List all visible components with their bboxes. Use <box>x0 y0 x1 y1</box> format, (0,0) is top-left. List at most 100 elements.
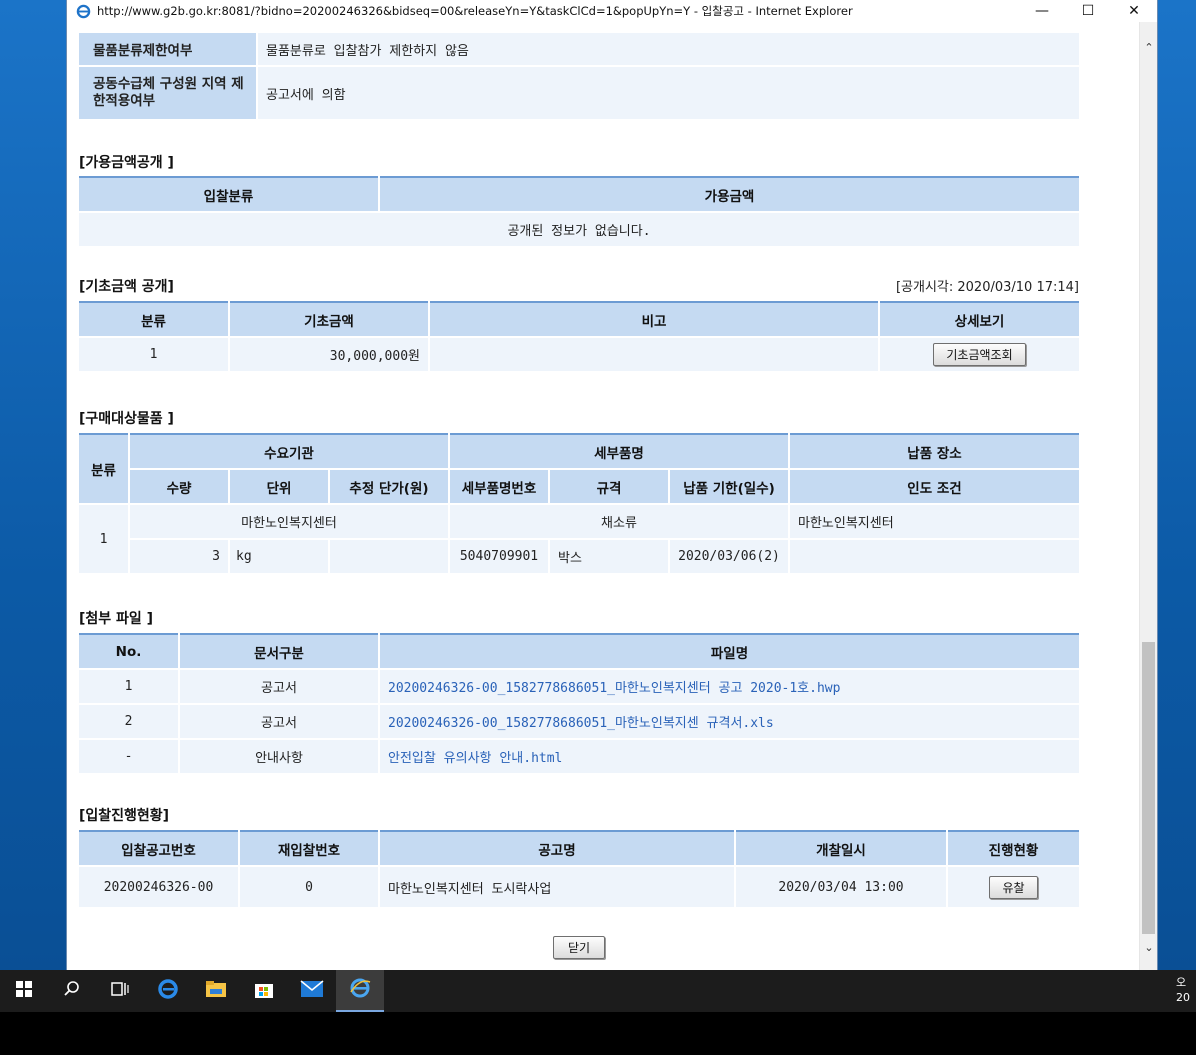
status-cell: 유찰 <box>947 866 1079 909</box>
column-header: 공고명 <box>379 831 736 867</box>
column-header: 진행현황 <box>947 831 1079 867</box>
rebid-no-cell: 0 <box>239 866 380 909</box>
bid-name-cell: 마한노인복지센터 도시락사업 <box>379 866 736 909</box>
title-url: http://www.g2b.go.kr:8081/?bidno=2020024… <box>97 4 691 18</box>
mail-icon <box>300 980 324 1002</box>
file-no-cell: 1 <box>79 669 180 705</box>
table-header-row: 분류 수요기관 세부품명 납품 장소 <box>79 434 1079 505</box>
edge-icon <box>157 978 179 1004</box>
deadline-cell: 2020/03/06(2) <box>669 539 790 575</box>
available-amount-section: [가용금액공개 ] 입찰분류 가용금액 공개된 정보가 없습니다. <box>79 152 1079 248</box>
doc-type-cell: 공고서 <box>179 704 380 740</box>
close-window-button[interactable]: ✕ <box>1111 0 1157 22</box>
bid-progress-section: [입찰진행현황] 입찰공고번호 재입찰번호 공고명 개찰일시 진행현황 2020… <box>79 805 1079 909</box>
column-header: 상세보기 <box>879 302 1079 338</box>
table-row: 20200246326-00 0 마한노인복지센터 도시락사업 2020/03/… <box>79 866 1079 909</box>
table-row: 1 30,000,000원 기초금액조회 <box>79 337 1079 373</box>
search-icon <box>63 980 81 1002</box>
delivery-place-cell: 마한노인복지센터 <box>789 504 1079 540</box>
store-icon <box>253 979 275 1003</box>
chevron-down-icon: ⌄ <box>1144 940 1154 954</box>
internet-explorer-icon <box>348 976 372 1004</box>
vertical-scrollbar[interactable]: ⌃ ⌄ <box>1139 22 1157 970</box>
base-amount-lookup-button[interactable]: 기초금액조회 <box>933 343 1026 366</box>
table-header-row: 분류 기초금액 비고 상세보기 <box>79 302 1079 338</box>
taskbar-internet-explorer[interactable] <box>336 970 384 1012</box>
restrictions-table: 물품분류제한여부 물품분류로 입찰참가 제한하지 않음 공동수급체 구성원 지역… <box>79 33 1079 121</box>
column-header: 입찰분류 <box>79 177 380 213</box>
maximize-icon: ☐ <box>1081 3 1095 19</box>
column-header: 단위 <box>229 469 330 505</box>
column-header: 파일명 <box>379 634 1079 670</box>
item-name-cell: 채소류 <box>449 504 790 540</box>
purchase-items-table: 분류 수요기관 세부품명 납품 장소 수량 단위 추정 단가(원) 세부품명번호… <box>79 433 1079 575</box>
search-button[interactable] <box>48 970 96 1012</box>
minimize-button[interactable]: — <box>1019 0 1065 22</box>
windows-start-icon <box>16 981 32 1001</box>
column-header: 문서구분 <box>179 634 380 670</box>
empty-message: 공개된 정보가 없습니다. <box>79 212 1079 248</box>
restriction-label: 공동수급체 구성원 지역 제한적용여부 <box>79 66 258 121</box>
taskbar-file-explorer[interactable] <box>192 970 240 1012</box>
column-header: 재입찰번호 <box>239 831 380 867</box>
column-header: 인도 조건 <box>789 469 1079 505</box>
category-cell: 1 <box>79 504 130 575</box>
close-button-wrap: 닫기 <box>553 936 606 959</box>
file-no-cell: 2 <box>79 704 180 740</box>
column-header: No. <box>79 634 180 670</box>
purchase-items-section: [구매대상물품 ] 분류 수요기관 세부품명 납품 장소 수량 단위 추정 단가… <box>79 408 1079 575</box>
taskbar-mail[interactable] <box>288 970 336 1012</box>
scroll-thumb[interactable] <box>1142 642 1155 934</box>
task-view-button[interactable] <box>96 970 144 1012</box>
folder-icon <box>205 980 227 1002</box>
spec-cell: 박스 <box>549 539 670 575</box>
title-separator: - <box>690 4 702 18</box>
section-title: [첨부 파일 ] <box>79 611 154 627</box>
start-button[interactable] <box>0 970 48 1012</box>
unit-cell: kg <box>229 539 330 575</box>
column-header: 가용금액 <box>379 177 1079 213</box>
table-row: - 안내사항 안전입찰 유의사항 안내.html <box>79 739 1079 775</box>
scroll-up-button[interactable]: ⌃ <box>1140 38 1158 56</box>
title-bar[interactable]: http://www.g2b.go.kr:8081/?bidno=2020024… <box>67 0 1157 22</box>
file-link[interactable]: 안전입찰 유의사항 안내.html <box>379 739 1079 775</box>
system-clock[interactable]: 오 20 <box>1176 970 1196 1012</box>
table-row: 공개된 정보가 없습니다. <box>79 212 1079 248</box>
window-controls: — ☐ ✕ <box>1019 0 1157 22</box>
close-icon: ✕ <box>1128 3 1140 19</box>
taskbar: 오 20 <box>0 970 1196 1012</box>
scroll-down-button[interactable]: ⌄ <box>1140 938 1158 956</box>
section-title: [구매대상물품 ] <box>79 411 174 427</box>
delivery-terms-cell <box>789 539 1079 575</box>
table-row: 3 kg 5040709901 박스 2020/03/06(2) <box>79 539 1079 575</box>
available-amount-table: 입찰분류 가용금액 공개된 정보가 없습니다. <box>79 176 1079 248</box>
table-row: 1 마한노인복지센터 채소류 마한노인복지센터 <box>79 504 1079 575</box>
taskbar-store[interactable] <box>240 970 288 1012</box>
maximize-button[interactable]: ☐ <box>1065 0 1111 22</box>
column-header: 납품 장소 <box>789 434 1079 470</box>
screen-bottom <box>0 1012 1196 1055</box>
column-header: 세부품명 <box>449 434 790 470</box>
close-button[interactable]: 닫기 <box>553 936 606 959</box>
column-header: 추정 단가(원) <box>329 469 450 505</box>
unit-price-cell <box>329 539 450 575</box>
taskbar-edge[interactable] <box>144 970 192 1012</box>
attachments-section: [첨부 파일 ] No. 문서구분 파일명 1 공고서 20200246326-… <box>79 608 1079 775</box>
column-header: 개찰일시 <box>735 831 948 867</box>
column-header: 규격 <box>549 469 670 505</box>
attachments-table: No. 문서구분 파일명 1 공고서 20200246326-00_158277… <box>79 633 1079 775</box>
table-row: 공동수급체 구성원 지역 제한적용여부 공고서에 의함 <box>79 66 1079 121</box>
title-separator-2: - <box>744 4 756 18</box>
chevron-up-icon: ⌃ <box>1144 40 1154 54</box>
bid-no-cell: 20200246326-00 <box>79 866 240 909</box>
file-link[interactable]: 20200246326-00_1582778686051_마한노인복지센터 공고… <box>379 669 1079 705</box>
file-link[interactable]: 20200246326-00_1582778686051_마한노인복지센 규격서… <box>379 704 1079 740</box>
column-header: 입찰공고번호 <box>79 831 240 867</box>
browser-window: http://www.g2b.go.kr:8081/?bidno=2020024… <box>66 0 1158 970</box>
column-header: 비고 <box>429 302 880 338</box>
status-button[interactable]: 유찰 <box>989 875 1038 899</box>
window-title: http://www.g2b.go.kr:8081/?bidno=2020024… <box>97 3 853 19</box>
table-row: 2 공고서 20200246326-00_1582778686051_마한노인복… <box>79 704 1079 740</box>
doc-type-cell: 공고서 <box>179 669 380 705</box>
base-amount-section: [기초금액 공개] [공개시각: 2020/03/10 17:14] 분류 기초… <box>79 276 1079 373</box>
